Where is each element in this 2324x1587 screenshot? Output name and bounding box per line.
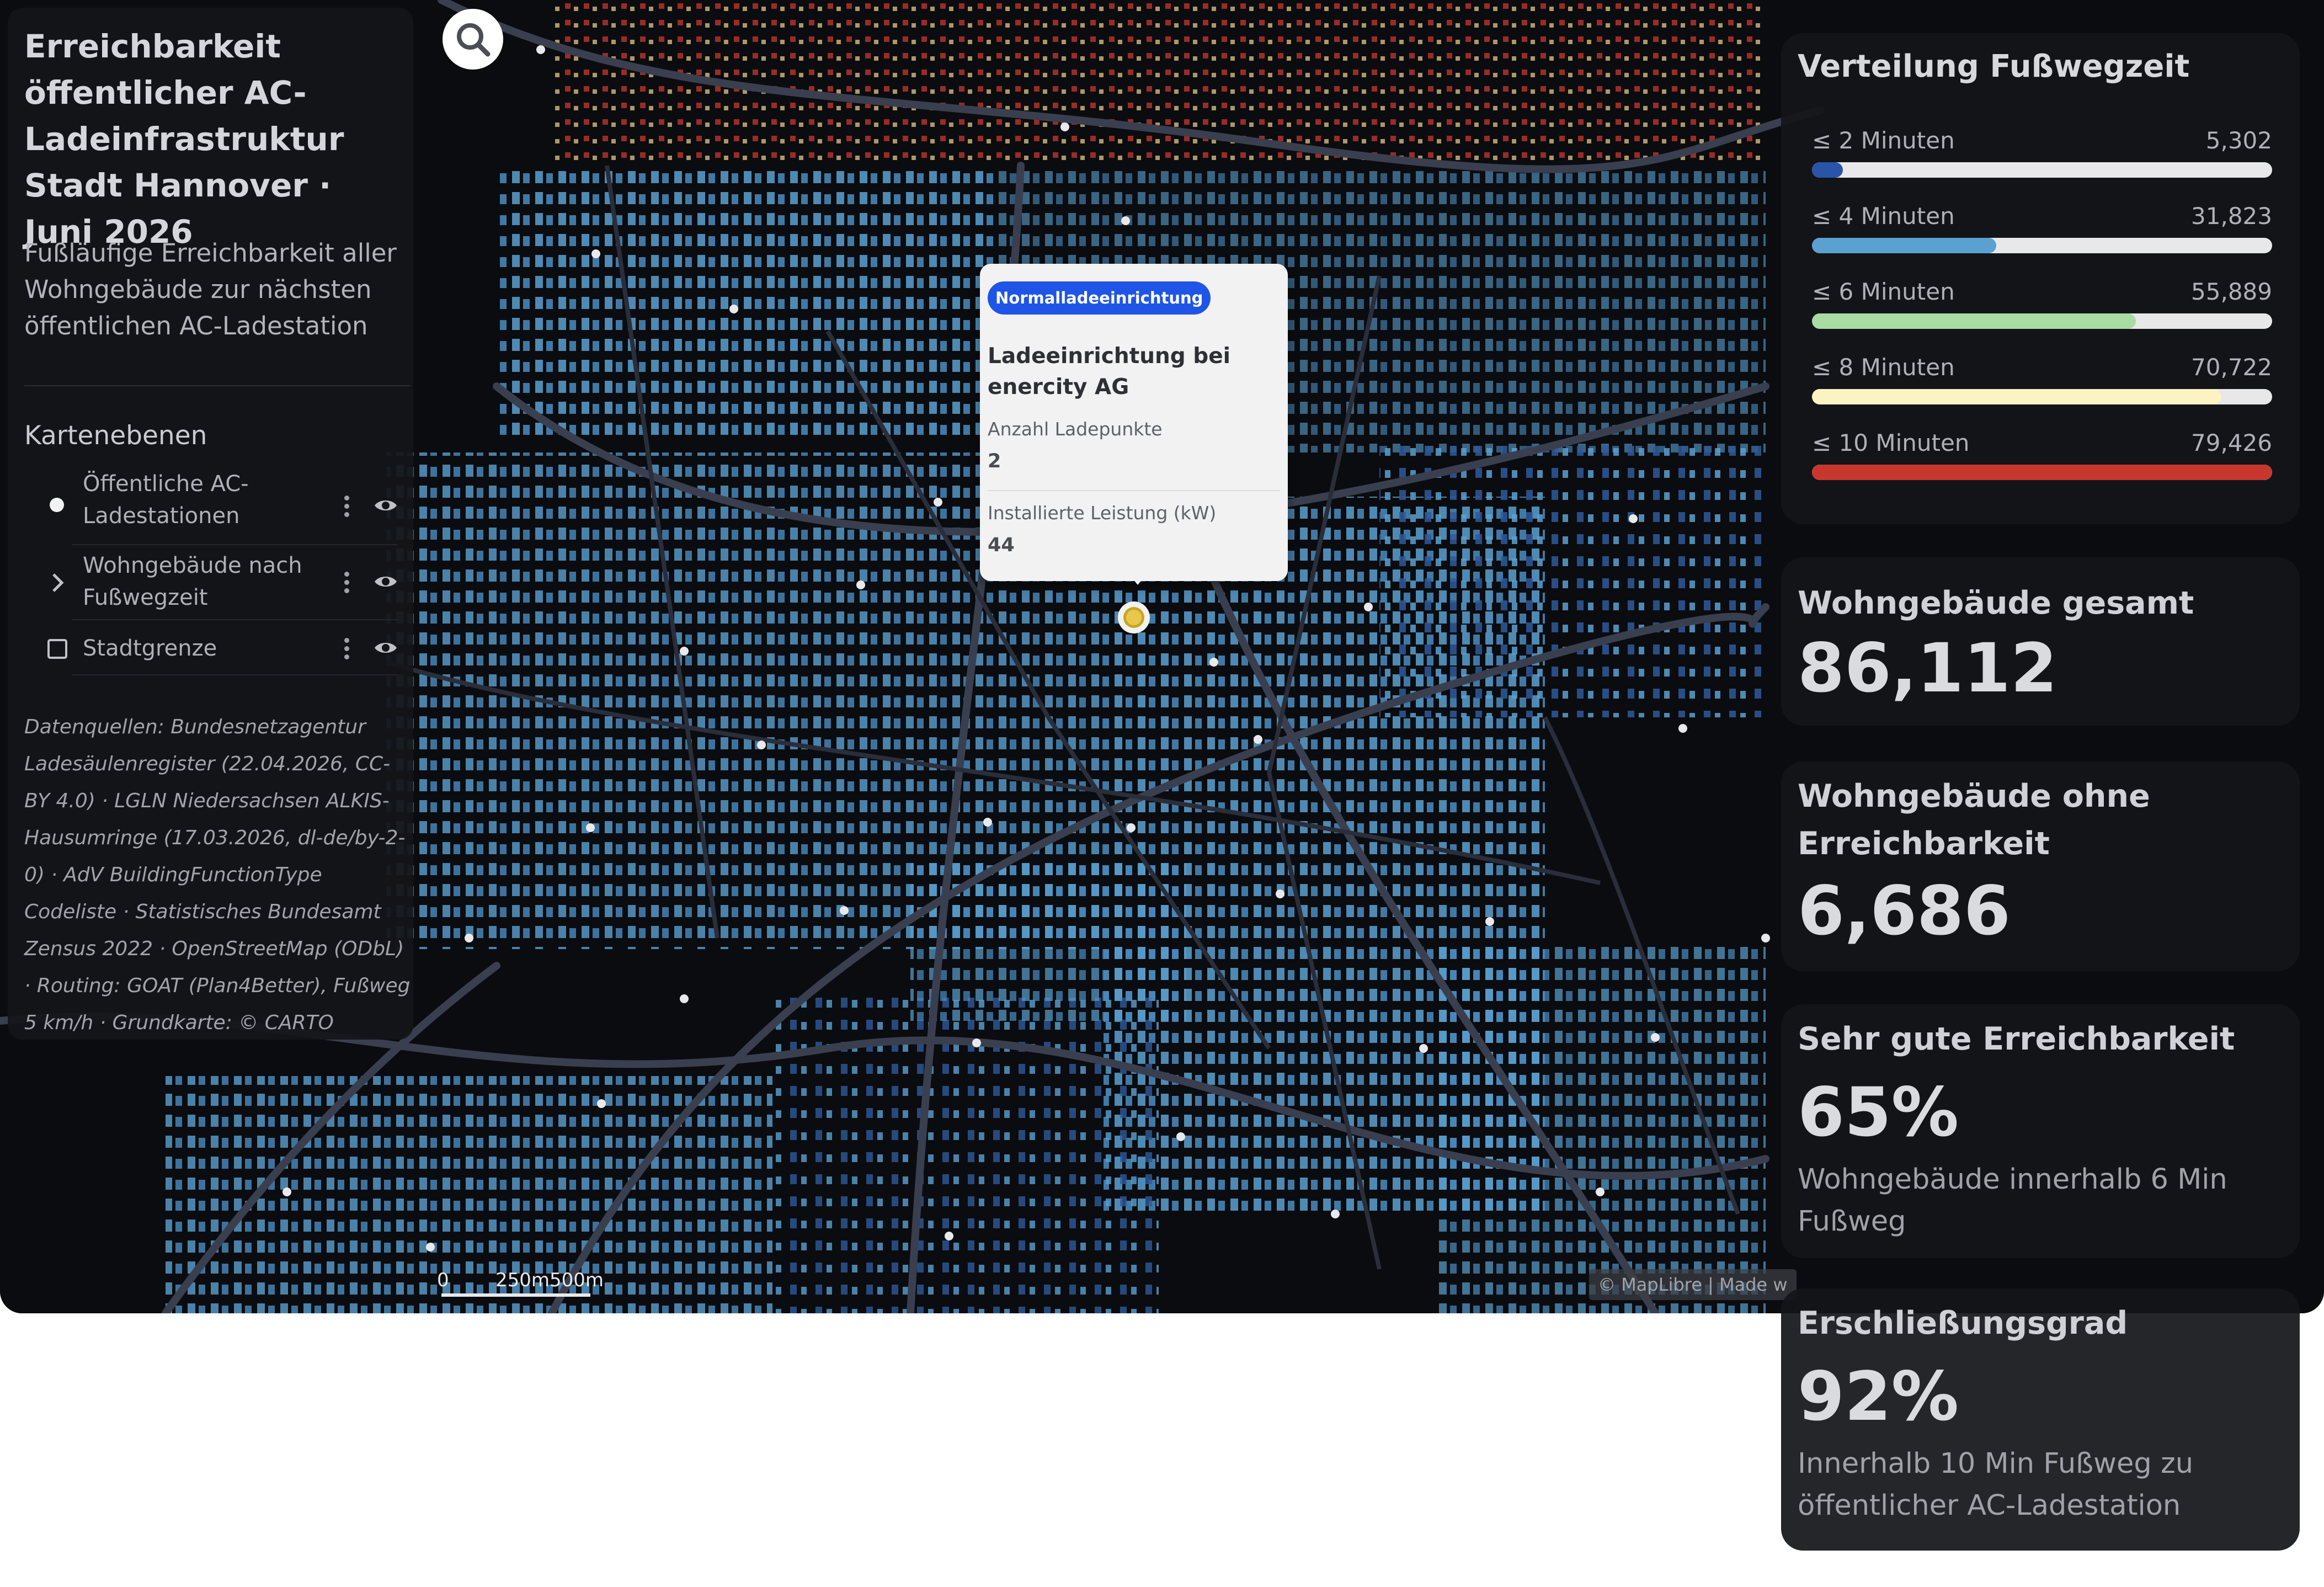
distribution-bar bbox=[1812, 313, 2272, 329]
kpi-value: 92% bbox=[1798, 1357, 1959, 1436]
kpi-very-good-card: Sehr gute Erreichbarkeit 65% Wohngebäude… bbox=[1781, 1004, 2300, 1258]
kpi-title: Sehr gute Erreichbarkeit bbox=[1798, 1021, 2235, 1057]
map-attribution[interactable]: © MapLibre | Made w bbox=[1589, 1269, 1797, 1300]
kpi-title: Erschließungsgrad bbox=[1798, 1305, 2128, 1341]
selected-station-marker[interactable] bbox=[1118, 601, 1150, 633]
field-value-ladepunkte: 2 bbox=[988, 450, 1001, 472]
field-label-ladepunkte: Anzahl Ladepunkte bbox=[988, 418, 1163, 440]
kpi-subtitle: Wohngebäude innerhalb 6 Min Fußweg bbox=[1798, 1163, 2227, 1238]
kpi-subtitle: Innerhalb 10 Min Fußweg zu öffentlicher … bbox=[1798, 1447, 2194, 1522]
visibility-eye-icon[interactable] bbox=[374, 573, 398, 590]
kpi-value: 86,112 bbox=[1798, 629, 2058, 707]
layers-heading: Kartenebenen bbox=[24, 420, 207, 451]
station-type-badge: Normalladeeinrichtung bbox=[988, 281, 1211, 315]
scale-label: 250m500m bbox=[495, 1269, 604, 1291]
visibility-eye-icon[interactable] bbox=[374, 497, 398, 514]
distribution-bar-fill bbox=[1812, 238, 1997, 253]
layer-divider bbox=[72, 544, 397, 545]
chevron-right-icon[interactable] bbox=[51, 572, 65, 594]
layer-item-stadtgrenze[interactable]: Stadtgrenze bbox=[19, 630, 408, 705]
layer-item-wohngebaeude[interactable]: Wohngebäude nach Fußwegzeit bbox=[19, 550, 408, 625]
kpi-title: Wohngebäude ohne Erreichbarkeit bbox=[1798, 778, 2150, 862]
distribution-label: ≤ 2 Minuten bbox=[1812, 127, 1955, 154]
kpi-coverage-card: Erschließungsgrad 92% Innerhalb 10 Min F… bbox=[1781, 1288, 2300, 1551]
kpi-value: 65% bbox=[1798, 1073, 1959, 1152]
kpi-title: Wohngebäude gesamt bbox=[1798, 585, 2194, 621]
visibility-eye-icon[interactable] bbox=[374, 639, 398, 657]
popup-divider bbox=[988, 490, 1280, 491]
kpi-value: 6,686 bbox=[1798, 872, 2011, 950]
info-panel: Erreichbarkeit öffentlicher AC-Ladeinfra… bbox=[8, 8, 413, 1040]
distribution-bar-fill bbox=[1812, 465, 2272, 480]
distribution-label: ≤ 8 Minuten bbox=[1812, 354, 1955, 381]
layer-label: Öffentliche AC-Ladestationen bbox=[83, 471, 249, 529]
popup-pointer bbox=[1128, 573, 1148, 585]
distribution-count: 31,823 bbox=[2191, 203, 2272, 230]
distribution-label: ≤ 4 Minuten bbox=[1812, 203, 1955, 230]
distribution-count: 79,426 bbox=[2191, 429, 2272, 456]
scale-zero: 0 bbox=[437, 1269, 449, 1291]
layer-divider bbox=[72, 674, 397, 675]
data-sources: Datenquellen: Bundesnetzagentur Ladesäul… bbox=[24, 716, 411, 1034]
distribution-bar-fill bbox=[1812, 389, 2222, 404]
page-subtitle: Fußläufige Erreichbarkeit aller Wohngebä… bbox=[24, 238, 397, 340]
distribution-title: Verteilung Fußwegzeit bbox=[1798, 49, 2190, 84]
distribution-count: 70,722 bbox=[2191, 354, 2272, 381]
scale-bar: 0 250m500m bbox=[430, 1269, 607, 1297]
distribution-label: ≤ 10 Minuten bbox=[1812, 429, 1970, 456]
distribution-bar-fill bbox=[1812, 313, 2136, 329]
field-label-leistung: Installierte Leistung (kW) bbox=[988, 502, 1217, 524]
layer-label: Stadtgrenze bbox=[83, 636, 217, 661]
kpi-total-card: Wohngebäude gesamt 86,112 bbox=[1781, 557, 2300, 726]
distribution-bar bbox=[1812, 389, 2272, 404]
distribution-count: 55,889 bbox=[2191, 278, 2272, 305]
search-button[interactable] bbox=[443, 9, 503, 70]
distribution-row: ≤ 6 Minuten 55,889 bbox=[1812, 278, 2272, 339]
distribution-row: ≤ 8 Minuten 70,722 bbox=[1812, 354, 2272, 414]
dot-icon bbox=[50, 498, 64, 512]
layer-item-ladestationen[interactable]: Öffentliche AC-Ladestationen bbox=[19, 468, 408, 543]
page-title: Erreichbarkeit öffentlicher AC-Ladeinfra… bbox=[24, 28, 344, 251]
layer-label: Wohngebäude nach Fußwegzeit bbox=[83, 553, 302, 610]
layer-divider bbox=[72, 619, 397, 620]
distribution-count: 5,302 bbox=[2205, 127, 2272, 154]
distribution-bar bbox=[1812, 238, 2272, 253]
more-options-icon[interactable] bbox=[344, 572, 351, 596]
distribution-row: ≤ 4 Minuten 31,823 bbox=[1812, 203, 2272, 263]
more-options-icon[interactable] bbox=[344, 496, 351, 520]
station-title: Ladeeinrichtung bei enercity AG bbox=[988, 344, 1231, 400]
distribution-card: Verteilung Fußwegzeit ≤ 2 Minuten 5,302 ≤ … bbox=[1781, 33, 2300, 524]
distribution-label: ≤ 6 Minuten bbox=[1812, 278, 1955, 305]
distribution-row: ≤ 2 Minuten 5,302 bbox=[1812, 127, 2272, 188]
distribution-bar bbox=[1812, 465, 2272, 480]
search-icon bbox=[457, 23, 491, 57]
distribution-bar bbox=[1812, 162, 2272, 178]
distribution-bar-fill bbox=[1812, 162, 1843, 178]
station-popup: Normalladeeinrichtung Ladeeinrichtung be… bbox=[980, 264, 1288, 585]
kpi-no-access-card: Wohngebäude ohne Erreichbarkeit 6,686 bbox=[1781, 761, 2300, 971]
more-options-icon[interactable] bbox=[344, 638, 351, 662]
divider bbox=[24, 385, 411, 386]
checkbox-icon[interactable] bbox=[47, 639, 67, 659]
field-value-leistung: 44 bbox=[988, 534, 1015, 556]
distribution-row: ≤ 10 Minuten 79,426 bbox=[1812, 429, 2272, 490]
